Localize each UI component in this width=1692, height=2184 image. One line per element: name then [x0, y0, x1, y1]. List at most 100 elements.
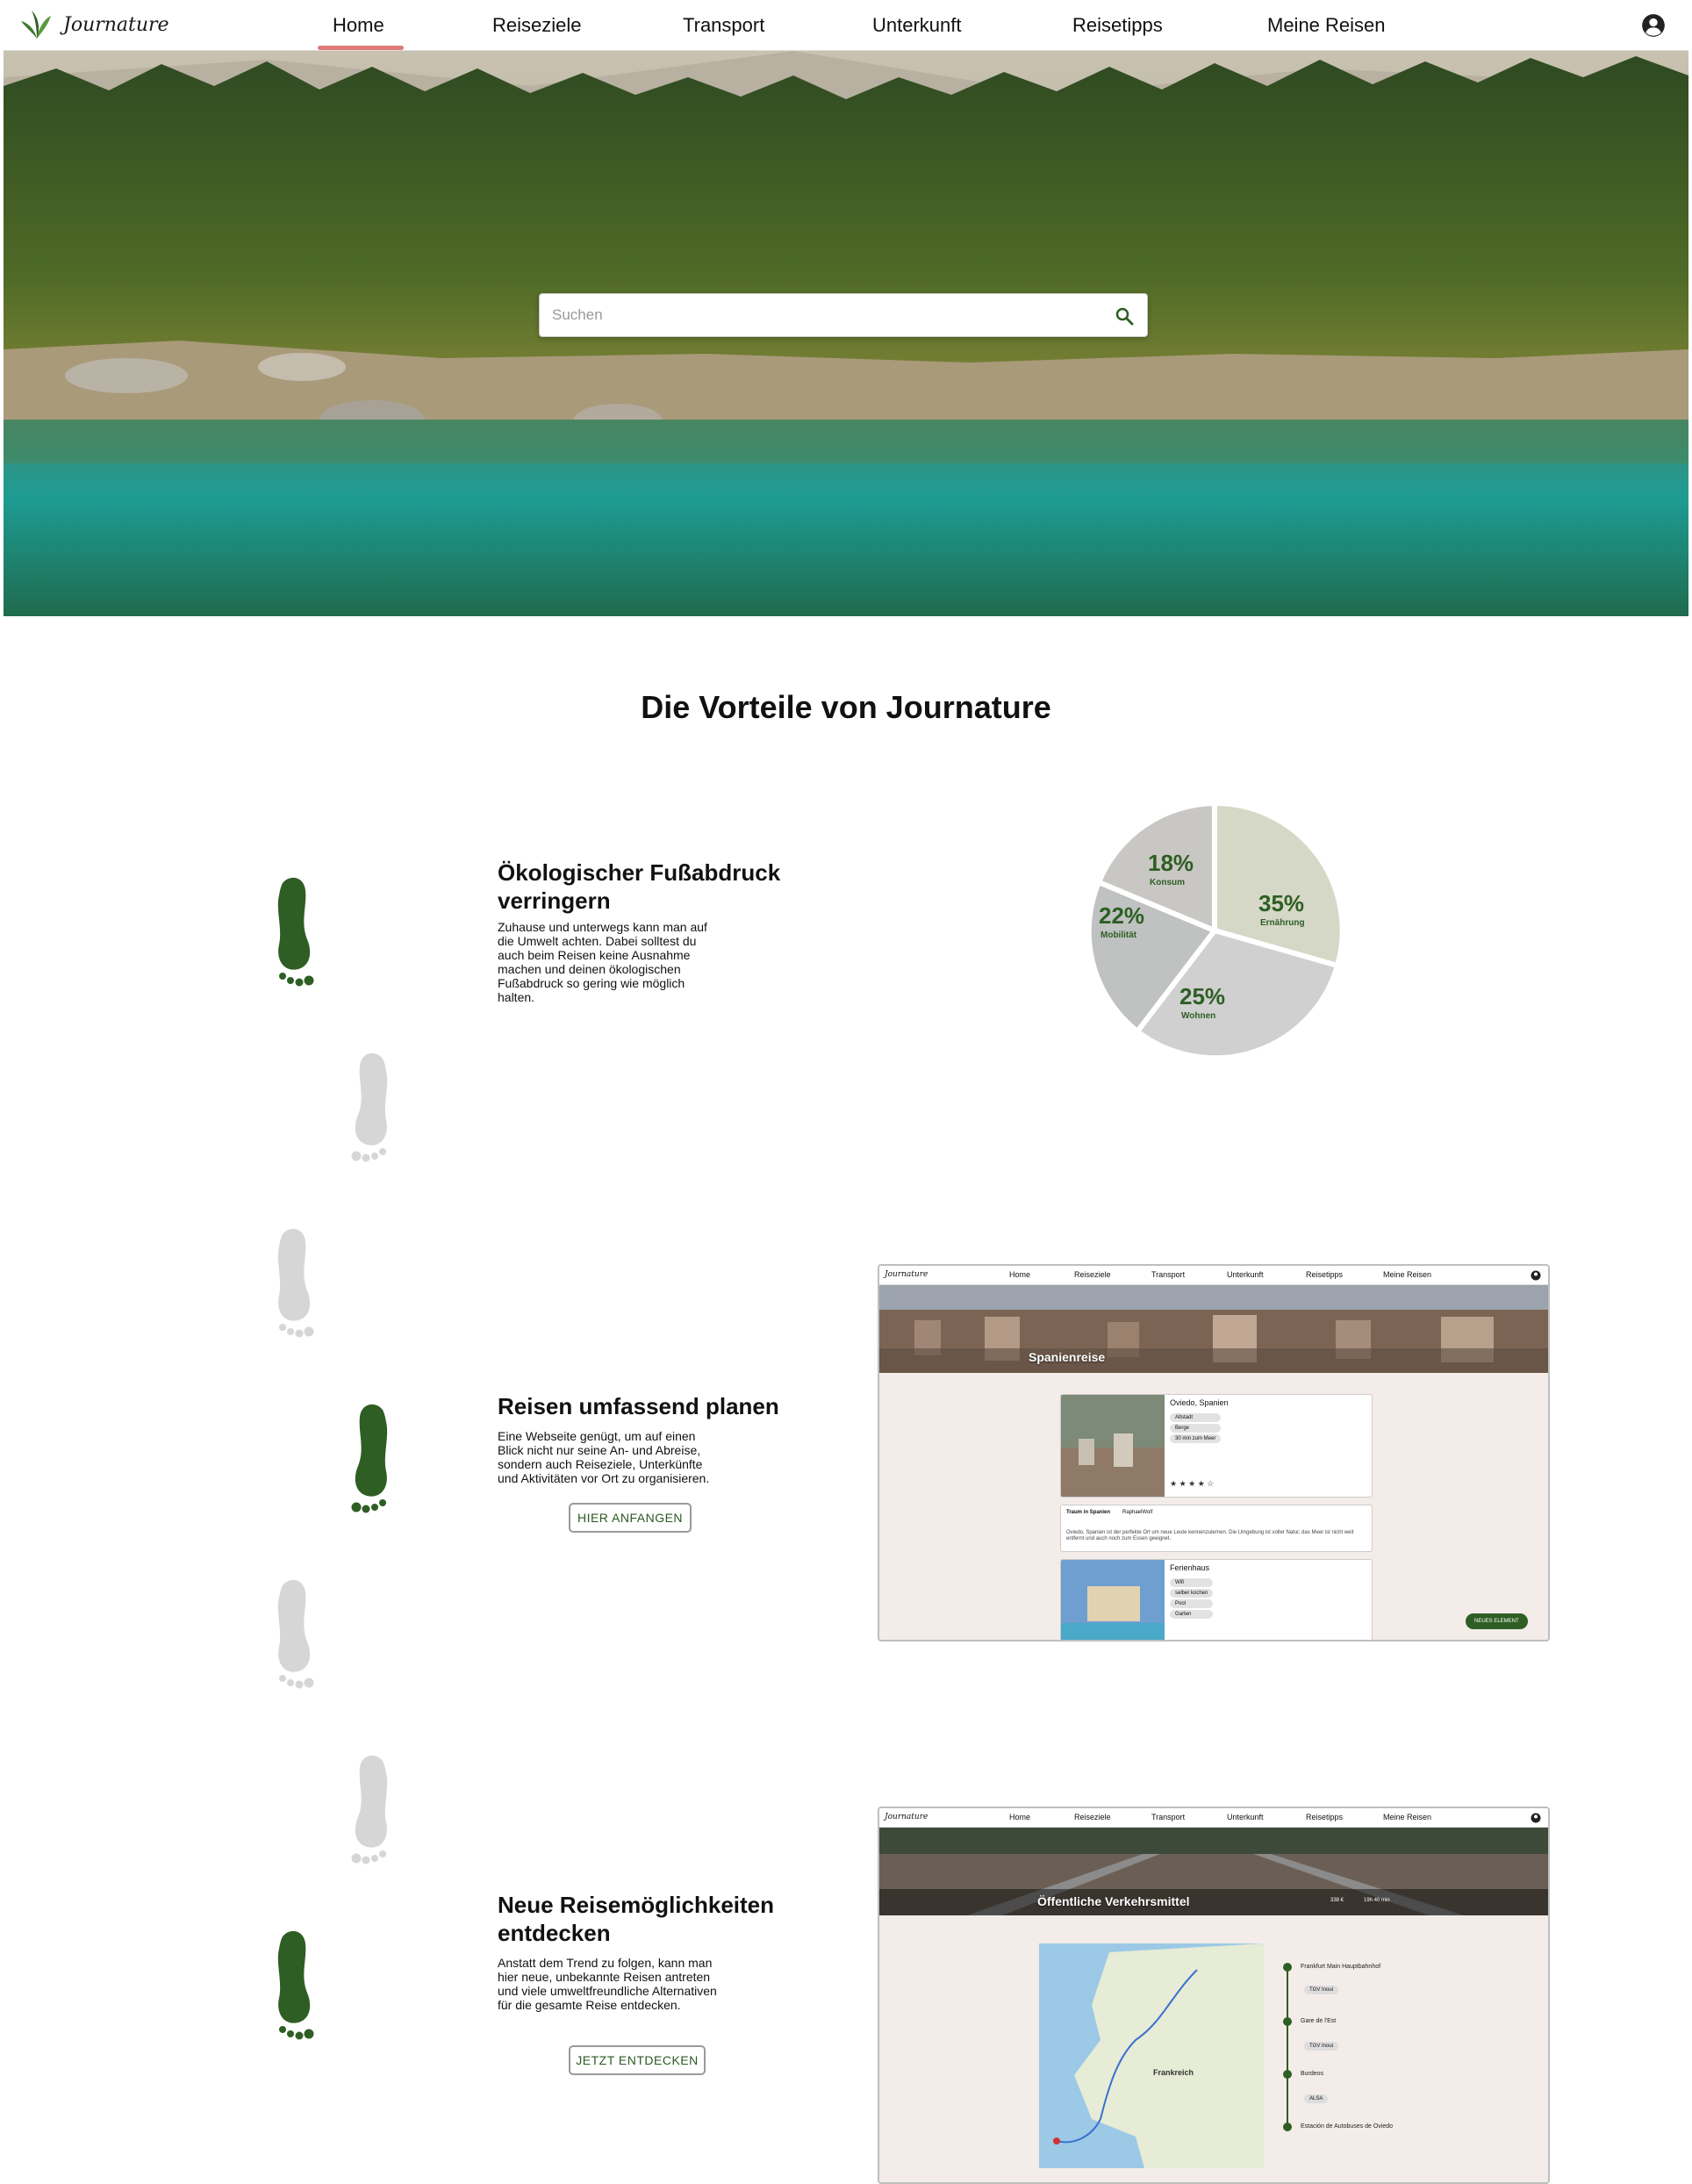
footprint-icon-green-1 [277, 877, 314, 987]
nav-item-transport[interactable]: Transport [683, 14, 764, 37]
mock2-duration: 19h 40 min [1364, 1898, 1390, 1903]
timeline-stop-marker [1283, 1963, 1292, 1972]
logo[interactable]: Journature [19, 7, 169, 42]
mock2-nav-unterkunft: Unterkunft [1227, 1813, 1264, 1821]
mock1-oviedo-image [1061, 1395, 1165, 1497]
timeline-leg-2: TGV Inoui [1304, 2042, 1339, 2051]
mock2-hero-title: Öffentliche Verkehrsmittel [1037, 1894, 1190, 1908]
chip: Garten [1170, 1610, 1214, 1619]
mock2-rail-illustration [879, 1828, 1548, 1915]
timeline-stop-3: Burdeos [1301, 2071, 1324, 2077]
chip: Wifi [1170, 1578, 1214, 1587]
chip: Berge [1170, 1424, 1222, 1433]
mock1-accommodation-card: Ferienhaus Wifi selber kochen Pool Garte… [1060, 1559, 1373, 1640]
search-bar[interactable] [539, 293, 1148, 337]
feature-1-text: Zuhause und unterwegs kann man auf die U… [498, 920, 707, 1004]
nav-item-unterkunft[interactable]: Unterkunft [872, 14, 962, 37]
mock1-card1-title: Oviedo, Spanien [1170, 1398, 1229, 1407]
mock1-nav-reiseziele: Reiseziele [1074, 1270, 1111, 1279]
mock1-nav-unterkunft: Unterkunft [1227, 1270, 1264, 1279]
timeline-stop-marker [1283, 2017, 1292, 2026]
nav-item-reisetipps[interactable]: Reisetipps [1072, 14, 1163, 37]
nav-item-home[interactable]: Home [333, 14, 384, 37]
mock1-card2-title: Ferienhaus [1170, 1563, 1210, 1572]
mock2-map-country-label: Frankreich [1153, 2068, 1194, 2077]
footprint-pie-chart: 18% Konsum 35% Ernährung 25% Wohnen 22% … [1086, 800, 1345, 1061]
mock2-nav-home: Home [1009, 1813, 1031, 1821]
footprint-icon-green-2 [351, 1404, 388, 1513]
leaf-logo-icon [21, 11, 51, 39]
mock1-nav: Journature Home Reiseziele Transport Unt… [879, 1266, 1548, 1285]
mock1-hero: Spanienreise [879, 1285, 1548, 1373]
pie-konsum-label: Konsum [1150, 878, 1185, 887]
mock2-price: 338 € [1330, 1898, 1344, 1903]
mock1-nav-reisetipps: Reisetipps [1306, 1270, 1344, 1279]
feature-3-title: Neue Reisemöglichkeiten entdecken [498, 1892, 774, 1946]
pie-ernaehrung-label: Ernährung [1260, 918, 1305, 928]
footprint-icon-grey-4 [351, 1755, 388, 1864]
footprint-icon-grey-3 [277, 1579, 314, 1689]
trip-planner-screenshot: Journature Home Reiseziele Transport Unt… [878, 1264, 1550, 1642]
start-planning-button[interactable]: HIER ANFANGEN [569, 1503, 692, 1533]
mock2-nav-reisetipps: Reisetipps [1306, 1813, 1344, 1821]
account-icon[interactable] [1641, 13, 1666, 38]
mock1-card1-chips: Altstadt Berge 30 min zum Meer [1170, 1412, 1222, 1444]
timeline-line [1287, 1966, 1288, 2128]
mock1-destination-card: Oviedo, Spanien Altstadt Berge 30 min zu… [1060, 1394, 1373, 1498]
mock1-city-illustration [879, 1285, 1548, 1373]
mock2-route-map: Frankreich [1039, 1943, 1264, 2168]
timeline-stop-4: Estación de Autobuses de Oviedo [1301, 2123, 1394, 2130]
timeline-leg-3: ALSA [1304, 2094, 1329, 2103]
brand-name: Journature [63, 13, 169, 36]
pie-mobilitaet-percent: 22% [1099, 902, 1144, 929]
mock1-new-element-button: NEUES ELEMENT [1466, 1613, 1528, 1629]
mock1-nav-meine-reisen: Meine Reisen [1383, 1270, 1432, 1279]
mock1-nav-transport: Transport [1151, 1270, 1186, 1279]
mock2-account-icon [1531, 1813, 1541, 1823]
discover-now-button[interactable]: JETZT ENTDECKEN [569, 2045, 706, 2075]
pie-wohnen-label: Wohnen [1181, 1011, 1215, 1021]
mock2-timeline: Frankfurt Main Hauptbahnhof TGV Inoui Ga… [1283, 1963, 1546, 2147]
mock1-note-user: RaphaelWolf [1122, 1510, 1153, 1515]
footprint-icon-green-3 [277, 1930, 314, 2040]
feature-2-title: Reisen umfassend planen [498, 1393, 779, 1419]
pie-wohnen-percent: 25% [1179, 983, 1225, 1009]
mock1-note-text: Oviedo, Spanien ist der perfekte Ort um … [1066, 1530, 1354, 1541]
search-input[interactable] [552, 294, 1096, 336]
pie-ernaehrung-percent: 35% [1258, 890, 1304, 916]
mock1-note-title: Traum in Spanien [1066, 1510, 1111, 1515]
mock1-house-image [1061, 1560, 1165, 1640]
mock1-brand: Journature [885, 1270, 928, 1279]
mock2-nav-transport: Transport [1151, 1813, 1186, 1821]
pie-konsum-percent: 18% [1148, 850, 1194, 876]
chip: 30 min zum Meer [1170, 1434, 1222, 1443]
timeline-stop-marker [1283, 2070, 1292, 2079]
mock1-rating-stars-icon: ★ ★ ★ ★ ☆ [1170, 1479, 1215, 1488]
mock2-nav: Journature Home Reiseziele Transport Unt… [879, 1808, 1548, 1828]
timeline-leg-1: TGV Inoui [1304, 1986, 1339, 1994]
chip: Altstadt [1170, 1413, 1222, 1422]
feature-2-text: Eine Webseite genügt, um auf einen Blick… [498, 1429, 710, 1485]
chip: Pool [1170, 1599, 1214, 1608]
feature-1-title: Ökologischer Fußabdruck verringern [498, 859, 781, 914]
page: Journature Home Reiseziele Transport Unt… [0, 0, 1692, 2184]
mock1-note-card: Traum in Spanien RaphaelWolf Oviedo, Spa… [1060, 1505, 1373, 1552]
mock2-nav-reiseziele: Reiseziele [1074, 1813, 1111, 1821]
timeline-stop-marker [1283, 2123, 1292, 2131]
mock1-hero-title: Spanienreise [1029, 1350, 1106, 1364]
chip: selber kochen [1170, 1589, 1214, 1598]
search-icon[interactable] [1114, 305, 1135, 327]
top-nav: Journature Home Reiseziele Transport Unt… [4, 0, 1688, 51]
section-title: Die Vorteile von Journature [641, 689, 1051, 725]
mock1-account-icon [1531, 1270, 1541, 1281]
nav-item-meine-reisen[interactable]: Meine Reisen [1267, 14, 1386, 37]
nav-active-indicator [318, 46, 404, 50]
hero-image [4, 51, 1688, 616]
transport-screenshot: Journature Home Reiseziele Transport Unt… [878, 1807, 1550, 2184]
feature-3-text: Anstatt dem Trend zu folgen, kann man hi… [498, 1956, 717, 2012]
footprint-icon-grey-1 [351, 1052, 388, 1162]
nav-item-reiseziele[interactable]: Reiseziele [492, 14, 582, 37]
pie-mobilitaet-label: Mobilität [1101, 930, 1137, 940]
timeline-stop-2: Gare de l'Est [1301, 2018, 1337, 2024]
mock1-nav-home: Home [1009, 1270, 1031, 1279]
